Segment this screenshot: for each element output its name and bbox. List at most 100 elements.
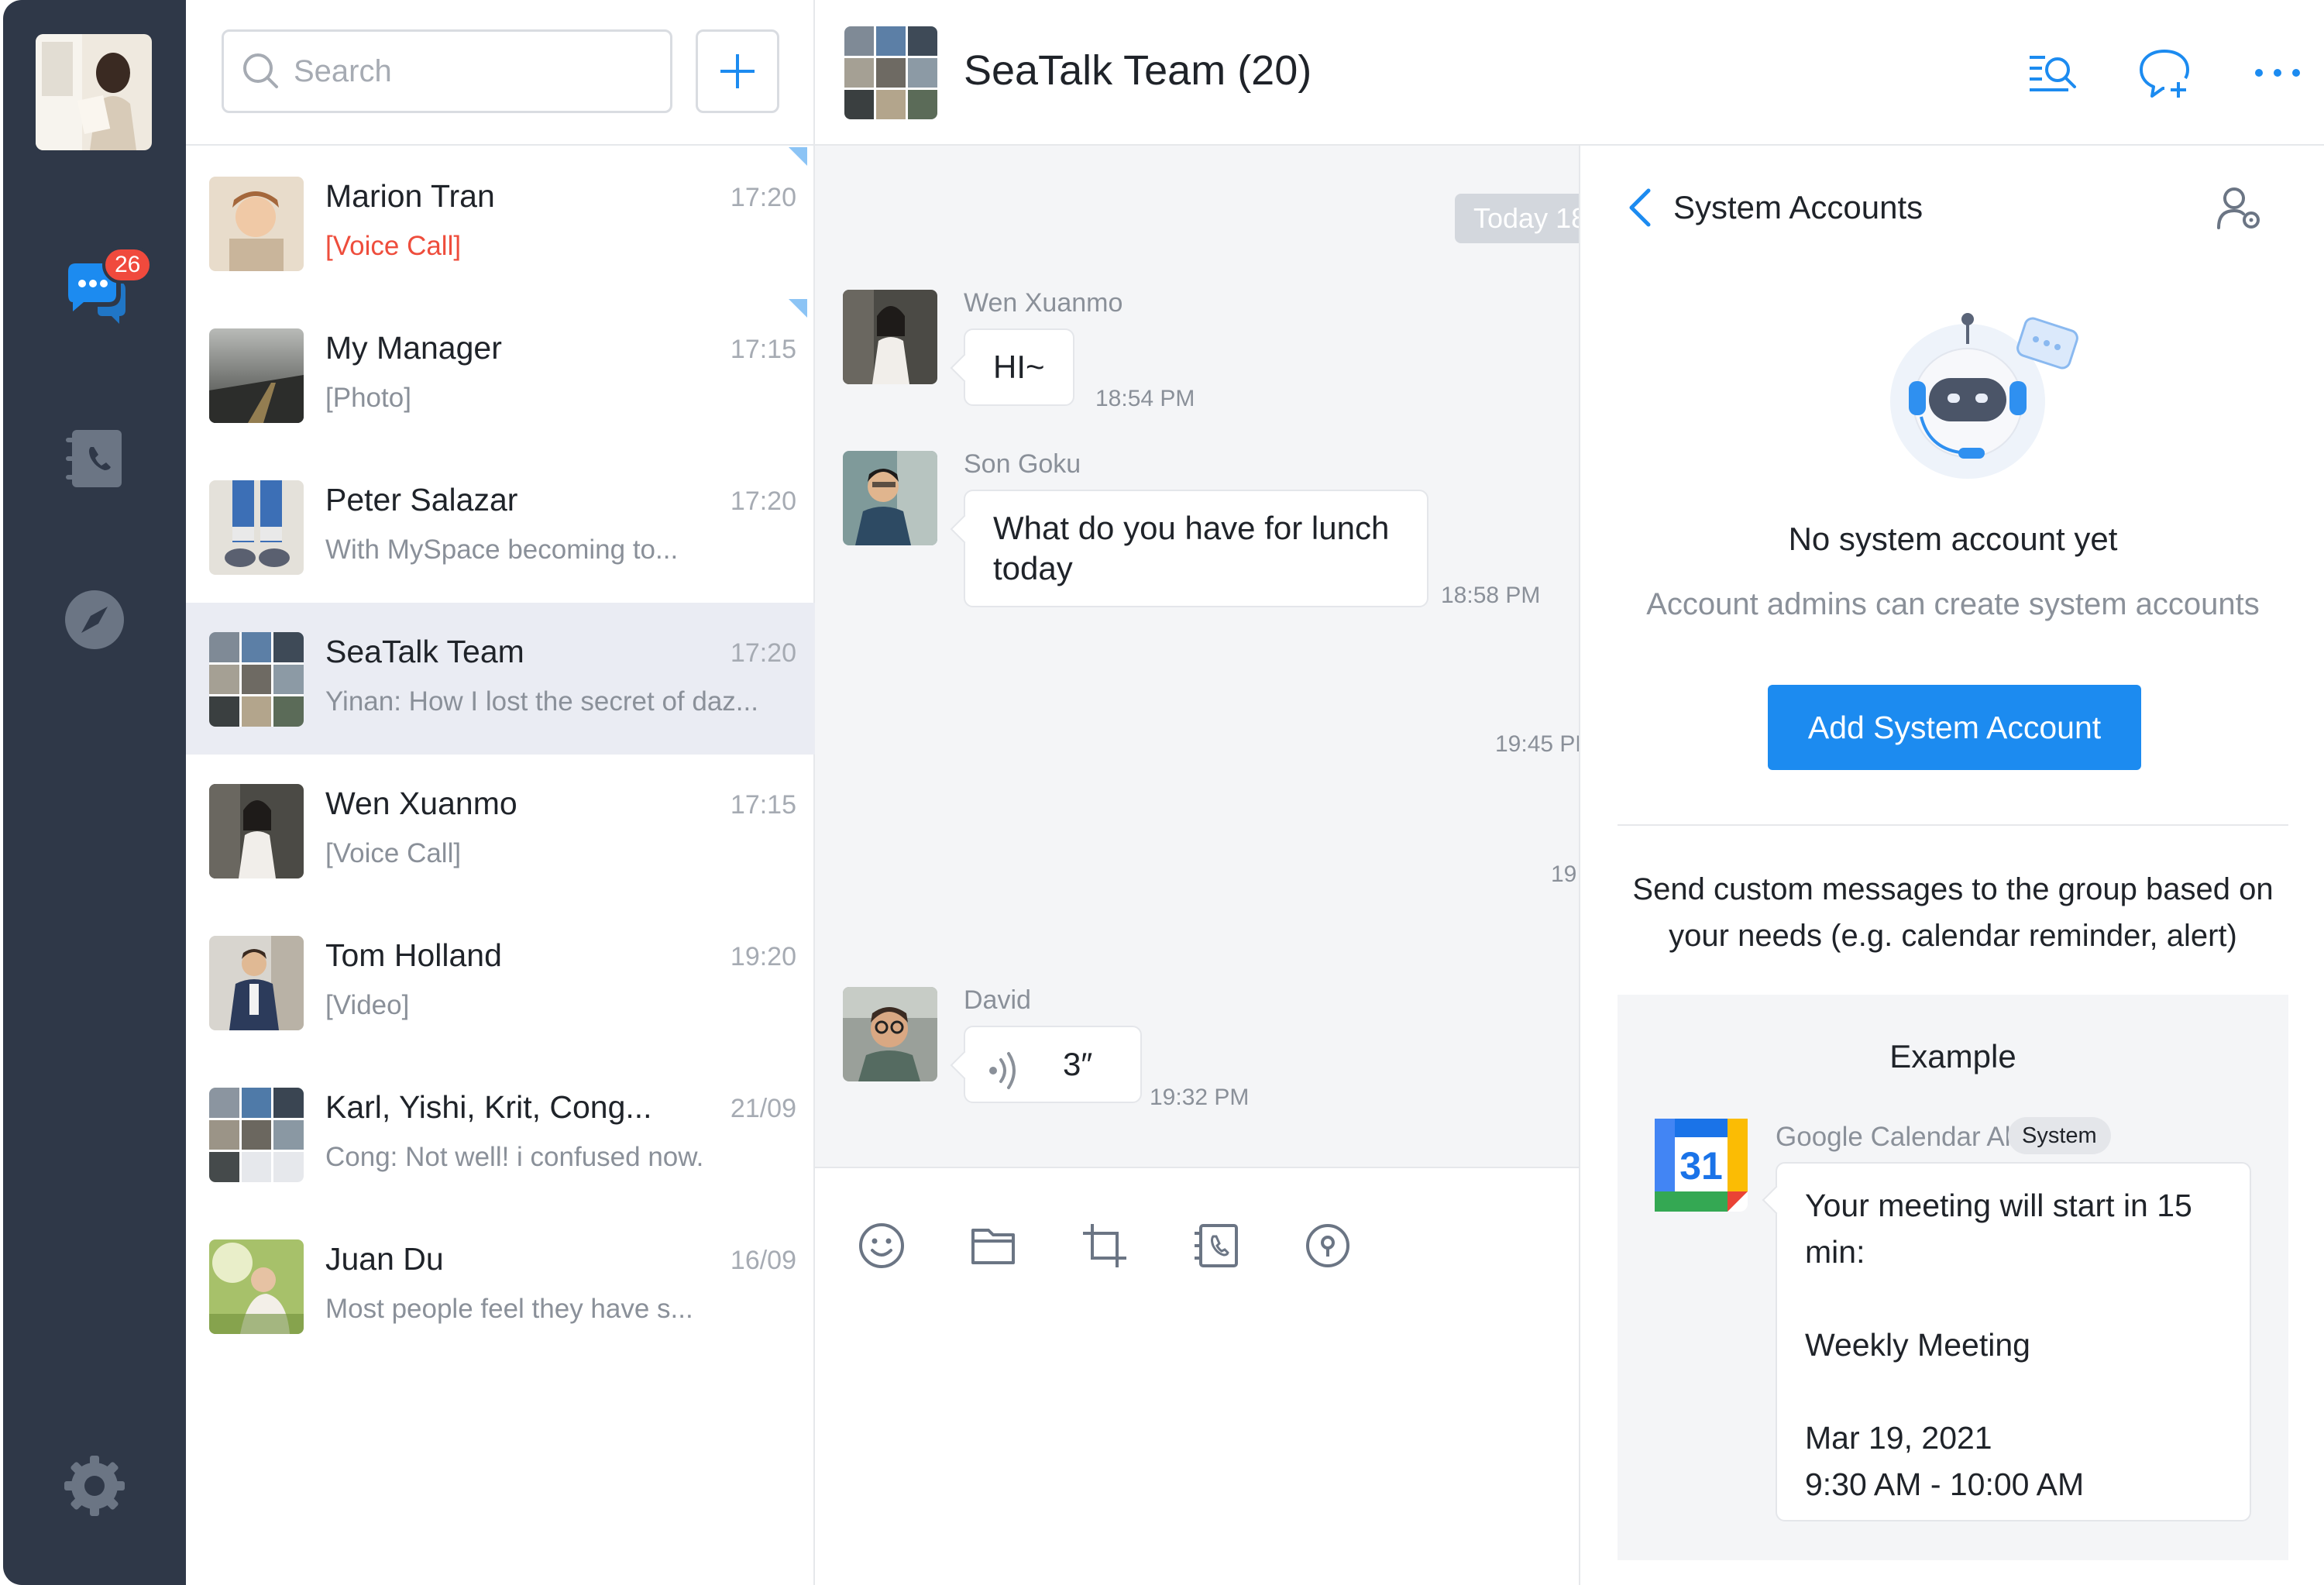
nav-contacts[interactable] <box>57 421 132 496</box>
contacts-book-icon <box>1195 1224 1238 1267</box>
chat-preview: Yinan: How I lost the secret of daz... <box>325 686 758 717</box>
chat-time: 21/09 <box>730 1094 796 1123</box>
message-sender: Son Goku <box>964 449 1081 479</box>
search-icon <box>243 53 278 88</box>
person-gear-icon <box>2217 187 2260 229</box>
chat-list-item[interactable]: Wen Xuanmo 17:15 [Voice Call] <box>186 755 815 906</box>
chat-list-item[interactable]: Peter Salazar 17:20 With MySpace becomin… <box>186 451 815 603</box>
compass-icon <box>65 590 124 649</box>
example-line: Weekly Meeting <box>1805 1327 2030 1363</box>
empty-state-title: No system account yet <box>1788 521 2118 557</box>
message-avatar[interactable] <box>843 987 937 1081</box>
search-history-icon <box>2030 56 2076 91</box>
voice-duration: 3″ <box>1063 1046 1093 1082</box>
chat-list-item[interactable]: Juan Du 16/09 Most people feel they have… <box>186 1210 815 1362</box>
group-avatar <box>209 632 304 727</box>
chat-list-item-active[interactable]: SeaTalk Team 17:20 Yinan: How I lost the… <box>186 603 815 755</box>
nav-discover[interactable] <box>57 583 132 657</box>
chat-name: Karl, Yishi, Krit, Cong... <box>325 1089 652 1125</box>
account-settings-button[interactable] <box>2209 178 2268 237</box>
contacts-book-icon <box>66 430 122 487</box>
chat-preview: Most people feel they have s... <box>325 1294 693 1324</box>
chat-list-item[interactable]: Tom Holland 19:20 [Video] <box>186 906 815 1058</box>
chat-time: 17:15 <box>730 790 796 820</box>
add-system-account-button[interactable]: Add System Account <box>1768 685 2141 770</box>
message-bubble[interactable]: What do you have for lunch today <box>964 490 1428 607</box>
chat-list-item[interactable]: Marion Tran 17:20 [Voice Call] <box>186 147 815 299</box>
gear-icon <box>64 1456 125 1516</box>
chat-name: Peter Salazar <box>325 482 518 517</box>
chat-name: Tom Holland <box>325 937 502 973</box>
date-divider: Today 18 <box>1455 194 1579 243</box>
contact-card-button[interactable] <box>1185 1215 1247 1277</box>
chat-preview: [Video] <box>325 990 410 1020</box>
crop-icon <box>1083 1224 1126 1267</box>
new-chat-button[interactable] <box>696 29 779 113</box>
unread-badge: 26 <box>102 246 153 284</box>
emoji-button[interactable] <box>851 1215 913 1277</box>
robot-illustration <box>1875 301 2084 487</box>
divider <box>1618 824 2288 826</box>
message-time: 19: <box>1551 861 1579 887</box>
voice-wave-icon <box>989 1052 1016 1089</box>
chat-name: Marion Tran <box>325 178 495 214</box>
chat-preview: Cong: Not well! i confused now. <box>325 1142 704 1172</box>
example-title: Example <box>1889 1038 2016 1074</box>
chat-time: 17:20 <box>730 183 796 212</box>
message-bubble[interactable]: HI~ <box>964 328 1074 406</box>
message-composer[interactable] <box>815 1167 1579 1585</box>
chat-time: 17:20 <box>730 487 796 516</box>
conversation-title: SeaTalk Team (20) <box>964 47 1312 94</box>
file-button[interactable] <box>962 1215 1024 1277</box>
group-avatar <box>209 1088 304 1182</box>
empty-state-subtitle: Account admins can create system account… <box>1646 587 2260 621</box>
location-button[interactable] <box>1297 1215 1359 1277</box>
chat-name: Juan Du <box>325 1241 444 1277</box>
avatar <box>209 480 304 575</box>
chat-list-item[interactable]: Karl, Yishi, Krit, Cong... 21/09 Cong: N… <box>186 1058 815 1210</box>
message-time: 18:58 PM <box>1441 583 1541 608</box>
my-avatar[interactable] <box>36 34 152 150</box>
plus-icon <box>720 54 755 88</box>
message-time: 18:54 PM <box>1095 386 1195 411</box>
group-avatar[interactable] <box>844 26 937 119</box>
search-box[interactable] <box>222 29 672 113</box>
chat-list-item[interactable]: My Manager 17:15 [Photo] <box>186 299 815 451</box>
pinned-flag <box>789 299 807 318</box>
nav-settings[interactable] <box>57 1449 132 1523</box>
search-input[interactable] <box>294 53 665 89</box>
chat-preview: [Voice Call] <box>325 231 462 261</box>
chat-preview: [Photo] <box>325 383 411 413</box>
more-options-button[interactable] <box>2247 42 2309 104</box>
back-button[interactable] <box>1621 184 1659 231</box>
location-pin-icon <box>1306 1224 1349 1267</box>
chat-name: Wen Xuanmo <box>325 786 517 821</box>
calendar-day: 31 <box>1679 1144 1723 1188</box>
folder-icon <box>971 1229 1015 1264</box>
panel-title: System Accounts <box>1673 189 1923 225</box>
example-line <box>1805 1275 2222 1322</box>
chat-preview: [Voice Call] <box>325 838 462 868</box>
example-line: Mar 19, 2021 <box>1805 1420 1992 1456</box>
feature-description: Send custom messages to the group based … <box>1632 872 2274 953</box>
message-sender: Wen Xuanmo <box>964 288 1123 318</box>
message-area[interactable]: Today 18 Wen Xuanmo HI~ 18:54 PM Son Gok… <box>815 146 1579 1167</box>
chat-time: 19:20 <box>730 942 796 971</box>
new-thread-button[interactable] <box>2133 42 2195 104</box>
example-line: min: <box>1805 1234 1865 1270</box>
conversation-panel: SeaTalk Team (20) Today 18 Wen Xuanmo HI… <box>815 0 2324 1585</box>
example-line <box>1805 1368 2222 1415</box>
avatar <box>209 1239 304 1334</box>
chat-add-icon <box>2140 50 2190 98</box>
screenshot-button[interactable] <box>1074 1215 1136 1277</box>
voice-message-bubble[interactable]: 3″ <box>964 1026 1142 1103</box>
search-history-button[interactable] <box>2022 42 2084 104</box>
nav-rail: 26 <box>3 0 186 1585</box>
message-avatar[interactable] <box>843 290 937 384</box>
avatar <box>209 936 304 1030</box>
chat-preview: With MySpace becoming to... <box>325 535 679 565</box>
pinned-flag <box>789 147 807 166</box>
chat-list-header <box>186 0 815 146</box>
message-avatar[interactable] <box>843 451 937 545</box>
system-tag: System <box>2008 1117 2111 1154</box>
